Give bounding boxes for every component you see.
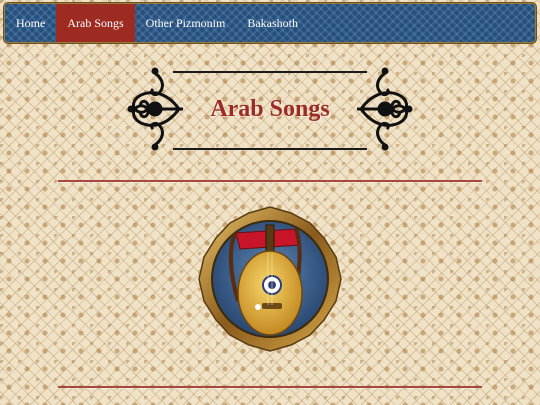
nav-home[interactable]: Home xyxy=(5,4,56,42)
main-navbar: Home Arab Songs Other Pizmonim Bakashoth xyxy=(4,3,536,43)
divider-top xyxy=(58,180,482,182)
page-title-banner: Arab Songs xyxy=(125,65,415,153)
divider-bottom xyxy=(58,386,482,388)
oud-painting xyxy=(198,206,342,352)
nav-other-pizmonim[interactable]: Other Pizmonim xyxy=(135,4,237,42)
nav-arab-songs[interactable]: Arab Songs xyxy=(56,4,135,42)
arabesque-ornament-right-icon xyxy=(357,67,413,151)
nav-bakashoth[interactable]: Bakashoth xyxy=(236,4,309,42)
